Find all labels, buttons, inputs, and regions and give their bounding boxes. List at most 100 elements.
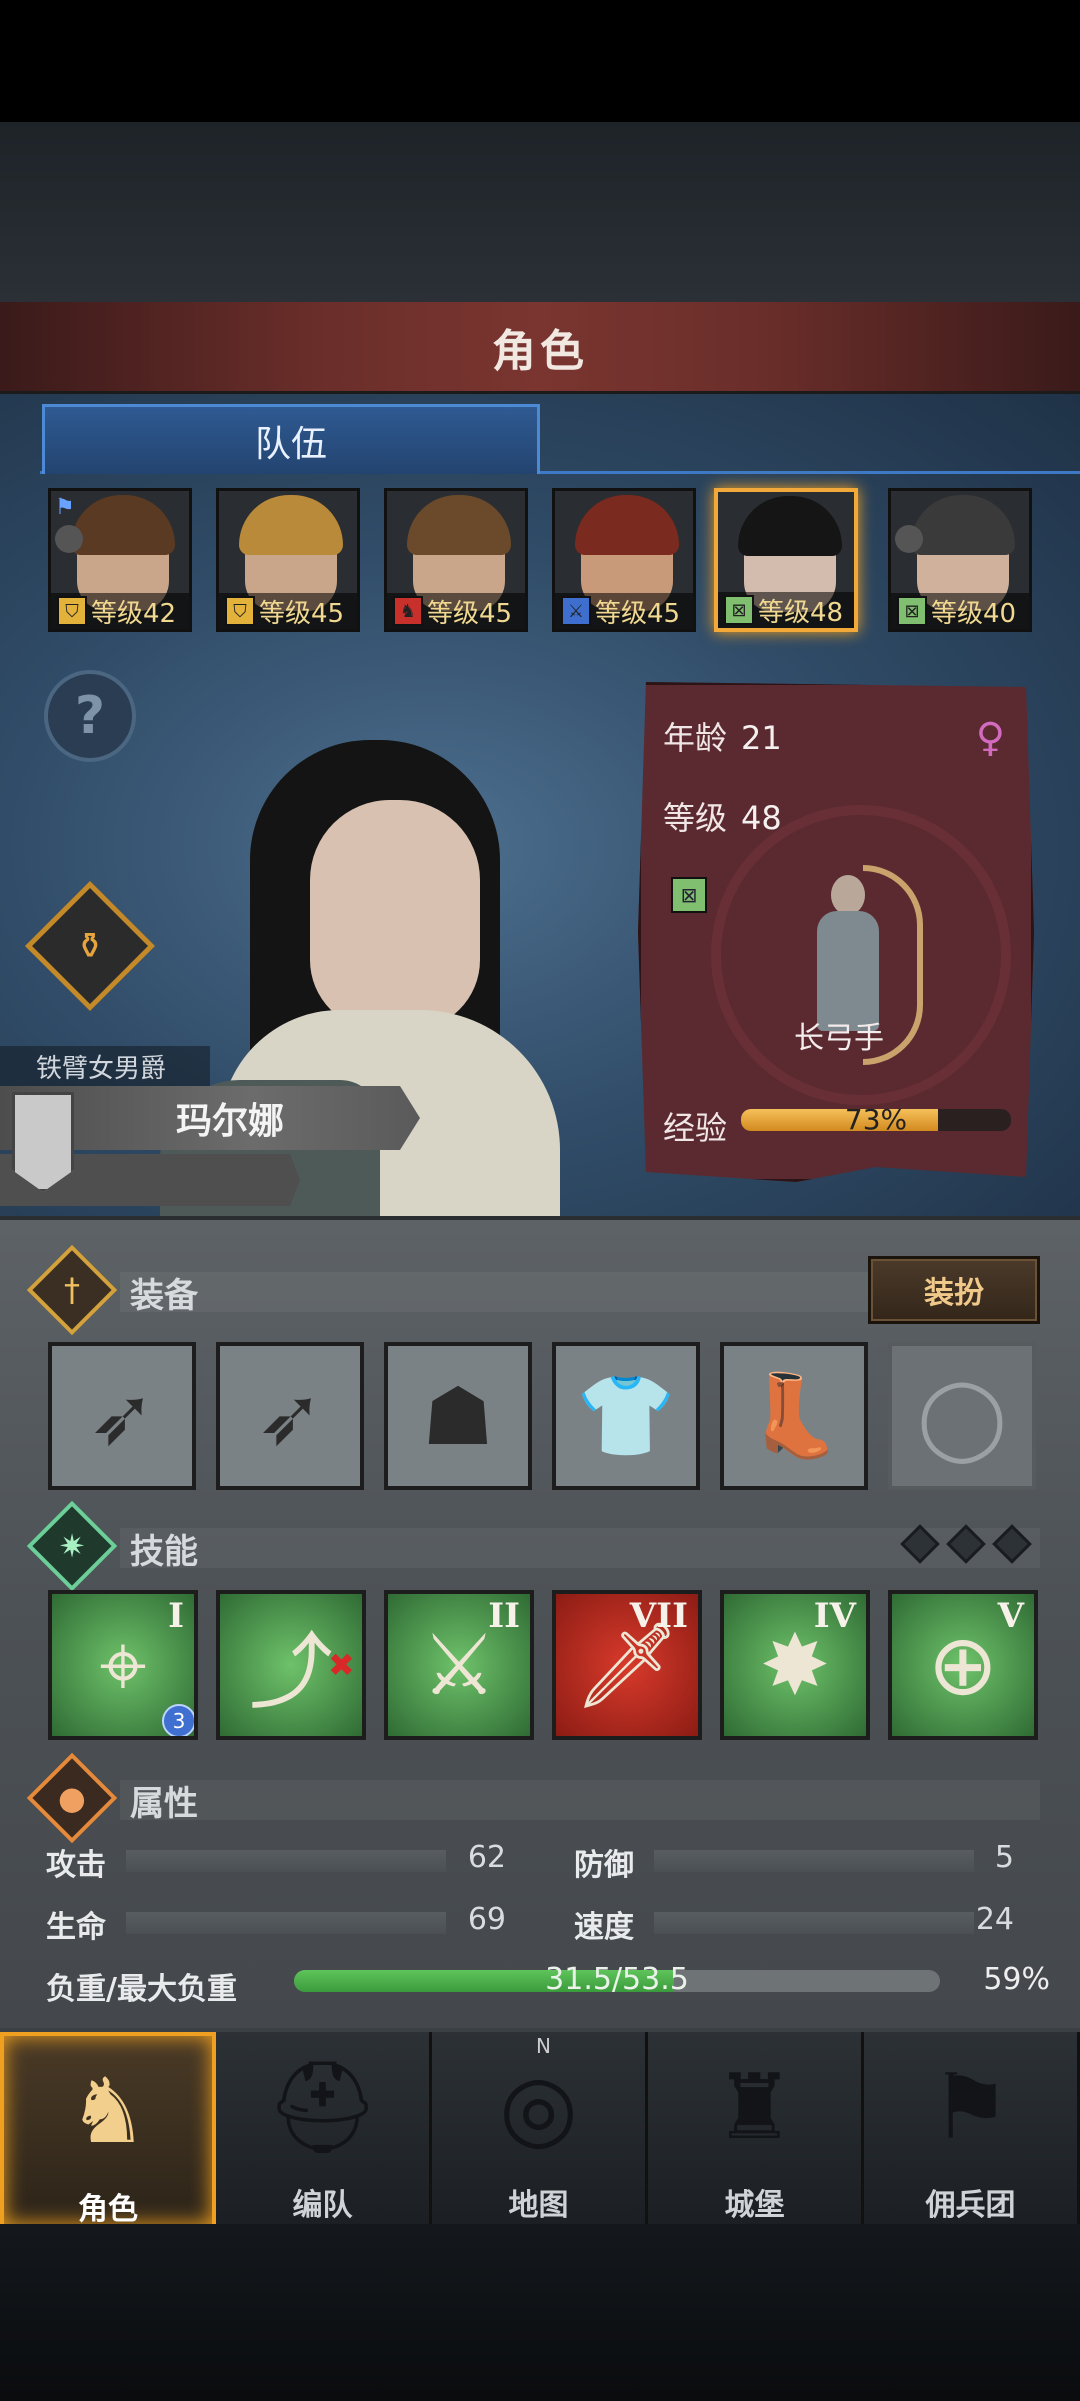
equipment-label: 装备 <box>130 1276 198 1316</box>
skill-slot[interactable]: ✸ IV <box>720 1590 870 1740</box>
defense-bar <box>654 1850 974 1872</box>
compass-north-label: N <box>536 2034 551 2058</box>
bow-icon: ⊠ <box>724 595 754 625</box>
bottom-dark-band <box>0 2224 1080 2401</box>
speed-value: 24 <box>975 1902 1014 1937</box>
attributes-band <box>120 1780 1040 1820</box>
defense-value: 5 <box>994 1840 1014 1875</box>
skills-label: 技能 <box>130 1532 198 1572</box>
squad-icon <box>895 525 923 553</box>
weight-percent: 59% <box>983 1962 1050 1997</box>
team-member-portrait[interactable]: ⊠ 等级40 <box>888 488 1032 632</box>
nav-label: 城堡 <box>724 2188 785 2223</box>
attack-label: 攻击 <box>46 1848 106 1883</box>
team-member-portrait[interactable]: ⚔ 等级45 <box>552 488 696 632</box>
nav-helmet[interactable]: ⛑ 编队 <box>216 2032 432 2228</box>
portrait-level-bar: ⊠ 等级48 <box>718 592 854 628</box>
skill-point-icon <box>900 1524 940 1564</box>
nav-castle[interactable]: ♜ 城堡 <box>648 2032 864 2228</box>
portrait-level-text: 等级42 <box>91 598 177 629</box>
top-dark-band <box>0 122 1080 302</box>
cross-icon: ✖ <box>328 1646 355 1684</box>
nav-label: 地图 <box>508 2188 569 2223</box>
question-icon: ? <box>74 686 106 746</box>
hp-label: 生命 <box>46 1910 106 1945</box>
nav-knight[interactable]: ♞ 角色 <box>0 2032 216 2228</box>
character-title-tag: 铁臂女男爵 <box>0 1046 210 1086</box>
portrait-level-bar: ⊠ 等级40 <box>891 593 1029 629</box>
skill-slot[interactable]: 🗡 VII <box>552 1590 702 1740</box>
equipment-slot[interactable]: ➶ <box>48 1342 196 1490</box>
level-row: 等级 48 <box>663 793 782 839</box>
skills-diamond: ✷ <box>26 1500 118 1592</box>
dress-up-label: 装扮 <box>924 1276 984 1311</box>
dress-up-button[interactable]: 装扮 <box>868 1256 1040 1324</box>
skill-slot[interactable]: ⊕ V <box>888 1590 1038 1740</box>
attributes-diamond: ● <box>26 1752 118 1844</box>
tab-team-label: 队伍 <box>254 423 327 465</box>
team-member-portrait[interactable]: ⛉ 等级45 <box>216 488 360 632</box>
stat-hp: 生命 69 <box>46 1902 516 1945</box>
equipment-diamond: † <box>26 1244 118 1336</box>
knight-icon: ♞ <box>67 2058 149 2164</box>
equipment-slot[interactable]: ◯ <box>888 1342 1036 1490</box>
bow-icon: ⊠ <box>897 596 927 626</box>
skill-point-icon <box>946 1524 986 1564</box>
team-member-portrait[interactable]: ♞ 等级45 <box>384 488 528 632</box>
portrait-hair <box>911 495 1015 555</box>
exp-label: 经验 <box>663 1109 728 1147</box>
portrait-level-text: 等级45 <box>259 598 345 629</box>
speed-bar <box>654 1912 974 1934</box>
portrait-hair <box>71 495 175 555</box>
hp-value: 69 <box>467 1902 506 1937</box>
dagger-icon: † <box>64 1271 80 1309</box>
level-value: 48 <box>741 799 782 837</box>
age-label: 年龄 <box>663 719 728 757</box>
team-member-portrait[interactable]: ⊠ 等级48 <box>714 488 858 632</box>
longbow-icon: ➶ <box>256 1369 324 1463</box>
nav-compass[interactable]: ◎ 地图 <box>432 2032 648 2228</box>
skill-slot[interactable]: ⤴ ✖ <box>216 1590 366 1740</box>
info-card: 年龄 21 ♀ 等级 48 ⊠ 长弓手 经验 73% <box>638 682 1034 1182</box>
castle-icon: ♜ <box>714 2054 795 2160</box>
attack-bar <box>126 1850 446 1872</box>
skill-slot[interactable]: ⚔ II <box>384 1590 534 1740</box>
mercenary-icon: ⚑ <box>930 2054 1011 2160</box>
nav-label: 佣兵团 <box>925 2188 1016 2223</box>
equipment-slot[interactable]: 👕 <box>552 1342 700 1490</box>
nav-label: 角色 <box>78 2192 138 2227</box>
level-label: 等级 <box>663 799 728 837</box>
female-icon: ♀ <box>975 715 1005 761</box>
hp-bar <box>126 1912 446 1934</box>
boots-icon: 👢 <box>744 1369 844 1462</box>
attack-value: 62 <box>467 1840 506 1875</box>
speed-label: 速度 <box>574 1910 634 1945</box>
skill-rank: IV <box>813 1596 856 1636</box>
equipment-slot[interactable]: 👢 <box>720 1342 868 1490</box>
character-name: 玛尔娜 <box>175 1101 284 1142</box>
skill-rank: V <box>997 1596 1024 1636</box>
equipment-slot[interactable]: ☗ <box>384 1342 532 1490</box>
ring-slot-icon: ◯ <box>917 1369 1007 1463</box>
attributes-label: 属性 <box>130 1784 198 1824</box>
nav-label: 编队 <box>292 2188 353 2223</box>
help-button[interactable]: ? <box>44 670 136 762</box>
class-name: 长弓手 <box>794 1021 884 1056</box>
skill-rank: VII <box>629 1596 688 1636</box>
weight-label: 负重/最大负重 <box>46 1972 237 2007</box>
skill-slot[interactable]: ⌖ I 3 <box>48 1590 198 1740</box>
stat-speed: 速度 24 <box>574 1902 1034 1945</box>
page-title: 角色 <box>492 325 588 377</box>
team-member-portrait[interactable]: ⚑ ⛉ 等级42 <box>48 488 192 632</box>
sword-icon: ⚔ <box>561 596 591 626</box>
nav-mercenary[interactable]: ⚑ 佣兵团 <box>864 2032 1080 2228</box>
portrait-level-text: 等级40 <box>931 598 1017 629</box>
hood-icon: ☗ <box>422 1369 494 1463</box>
flag-icon: ⚑ <box>55 495 75 520</box>
skill-charge-badge: 3 <box>162 1704 194 1736</box>
portrait-level-bar: ⛉ 等级45 <box>219 593 357 629</box>
team-portraits: ⚑ ⛉ 等级42 ⛉ 等级45 ♞ 等级45 ⚔ 等级45 ⊠ 等级48 ⊠ 等级40 <box>48 488 1048 633</box>
tab-team[interactable]: 队伍 <box>42 404 540 474</box>
equipment-slot[interactable]: ➶ <box>216 1342 364 1490</box>
character-face <box>310 800 480 1030</box>
